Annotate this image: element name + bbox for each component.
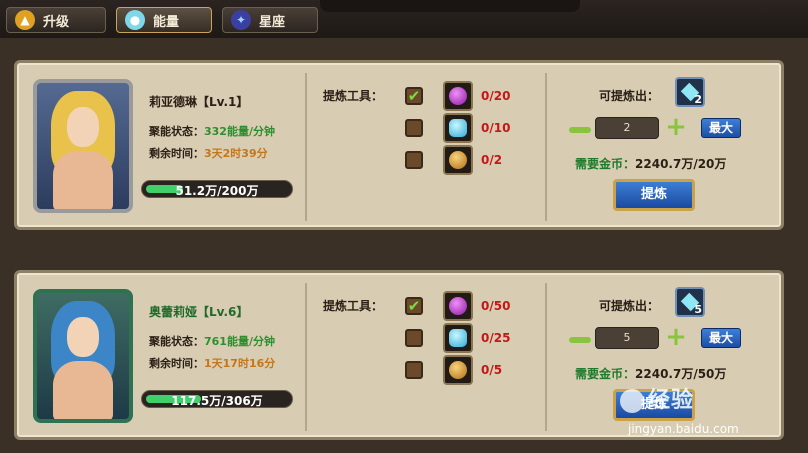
energy-progress-text: 117.5万/306万 <box>171 394 263 408</box>
minus-button[interactable] <box>569 337 591 343</box>
remaining-time: 剩余时间：1天17时16分 <box>149 355 275 371</box>
watermark-logo-text: 经验 <box>648 388 695 413</box>
face <box>67 107 99 147</box>
up-arrow-icon: ▲ <box>15 10 35 30</box>
hero-portrait[interactable] <box>33 289 133 423</box>
tool-label: 提炼工具： <box>323 299 384 313</box>
gem-count: 2 <box>694 93 702 106</box>
divider <box>545 73 547 221</box>
purple-orb-icon[interactable] <box>443 291 473 321</box>
state-label: 聚能状态： <box>149 335 204 348</box>
quantity-stepper[interactable]: 5 <box>595 327 659 349</box>
remaining-time: 剩余时间：3天2时39分 <box>149 145 268 161</box>
tab-upgrade-label: 升级 <box>43 14 70 30</box>
time-value: 3天2时39分 <box>204 147 268 160</box>
tab-constellation-label: 星座 <box>259 14 286 30</box>
gold-urn-icon[interactable] <box>443 355 473 385</box>
diamond-icon: 2 <box>675 77 705 107</box>
tool-count-1: 0/20 <box>481 89 511 103</box>
gem-count: 5 <box>694 303 702 316</box>
max-button[interactable]: 最大 <box>701 118 741 138</box>
energy-progress-bar: 51.2万/200万 <box>141 180 293 198</box>
blue-crystal-icon[interactable] <box>443 323 473 353</box>
body <box>53 151 113 209</box>
gold-urn-icon[interactable] <box>443 145 473 175</box>
tool-checkbox-1[interactable]: ✔ <box>405 297 423 315</box>
gold-label: 需要金币： <box>575 157 636 171</box>
watermark-logo: 经验 <box>620 382 694 414</box>
constellation-icon: ✦ <box>231 10 251 30</box>
plus-button[interactable]: + <box>665 324 687 350</box>
tab-constellation[interactable]: ✦ 星座 <box>222 7 318 33</box>
gold-value: 2240.7万/50万 <box>635 367 727 381</box>
hero-panel-1: 莉亚德琳【Lv.1】 聚能状态：332能量/分钟 剩余时间：3天2时39分 51… <box>14 60 784 230</box>
watermark-url: jingyan.baidu.com <box>628 422 739 436</box>
tab-energy[interactable]: ● 能量 <box>116 7 212 33</box>
tab-energy-label: 能量 <box>153 14 180 30</box>
watermark: 经验 jingyan.baidu.com <box>620 380 800 450</box>
quantity-stepper[interactable]: 2 <box>595 117 659 139</box>
tool-count-2: 0/10 <box>481 121 511 135</box>
state-value: 332能量/分钟 <box>204 125 275 138</box>
refine-button[interactable]: 提炼 <box>613 179 695 211</box>
tab-upgrade[interactable]: ▲ 升级 <box>6 7 106 33</box>
time-label: 剩余时间： <box>149 357 204 370</box>
refine-label: 可提炼出： <box>599 299 660 313</box>
tool-label: 提炼工具： <box>323 89 384 103</box>
potion-icon: ● <box>125 10 145 30</box>
tool-checkbox-3[interactable] <box>405 151 423 169</box>
energy-progress-text: 51.2万/200万 <box>175 184 259 198</box>
gold-label: 需要金币： <box>575 367 636 381</box>
plus-button[interactable]: + <box>665 114 687 140</box>
tool-count-3: 0/5 <box>481 363 503 377</box>
energy-progress-bar: 117.5万/306万 <box>141 390 293 408</box>
time-value: 1天17时16分 <box>204 357 276 370</box>
tool-checkbox-2[interactable] <box>405 119 423 137</box>
face <box>67 317 99 357</box>
tool-count-3: 0/2 <box>481 153 503 167</box>
top-decoration <box>320 0 580 12</box>
purple-orb-icon[interactable] <box>443 81 473 111</box>
tool-checkbox-1[interactable]: ✔ <box>405 87 423 105</box>
max-button[interactable]: 最大 <box>701 328 741 348</box>
tool-checkbox-2[interactable] <box>405 329 423 347</box>
body <box>53 361 113 419</box>
blue-crystal-icon[interactable] <box>443 113 473 143</box>
refine-label: 可提炼出： <box>599 89 660 103</box>
tool-checkbox-3[interactable] <box>405 361 423 379</box>
state-value: 761能量/分钟 <box>204 335 275 348</box>
minus-button[interactable] <box>569 127 591 133</box>
energy-state: 聚能状态：761能量/分钟 <box>149 333 275 349</box>
hero-name: 莉亚德琳【Lv.1】 <box>149 95 249 109</box>
diamond-icon: 5 <box>675 287 705 317</box>
hero-portrait[interactable] <box>33 79 133 213</box>
divider <box>305 73 307 221</box>
time-label: 剩余时间： <box>149 147 204 160</box>
paw-icon <box>620 389 644 413</box>
state-label: 聚能状态： <box>149 125 204 138</box>
energy-state: 聚能状态：332能量/分钟 <box>149 123 275 139</box>
tool-count-2: 0/25 <box>481 331 511 345</box>
gold-value: 2240.7万/20万 <box>635 157 727 171</box>
divider <box>545 283 547 431</box>
hero-name: 奥蕾莉娅【Lv.6】 <box>149 305 249 319</box>
gold-required: 需要金币：2240.7万/20万 <box>575 155 726 172</box>
divider <box>305 283 307 431</box>
tool-count-1: 0/50 <box>481 299 511 313</box>
